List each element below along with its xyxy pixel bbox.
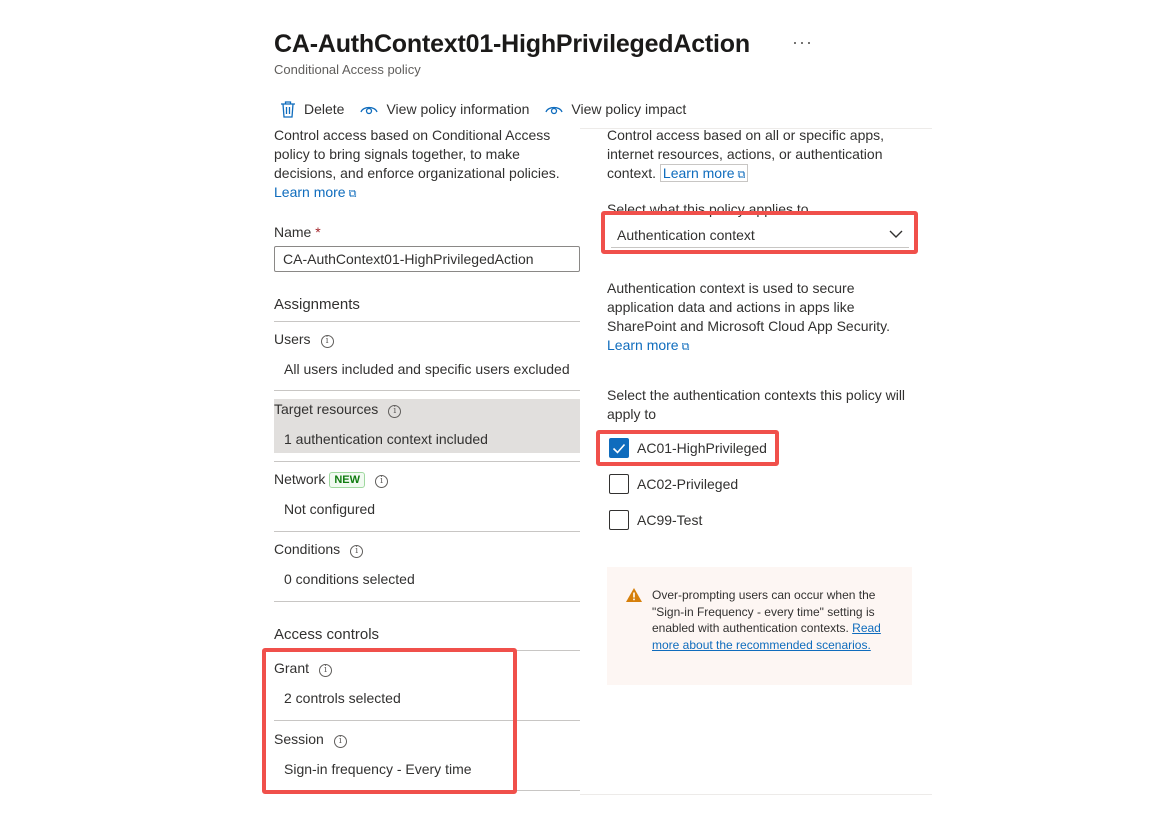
eye-icon (545, 106, 564, 115)
highlight-box (262, 648, 517, 794)
right-intro: Control access based on all or specific … (607, 126, 907, 185)
name-field[interactable]: CA-AuthContext01-HighPrivilegedAction (274, 246, 580, 272)
info-icon[interactable]: i (350, 545, 364, 558)
trash-icon (281, 101, 295, 118)
external-link-icon: ⧉ (681, 341, 690, 353)
divider (274, 601, 580, 602)
access-controls-heading: Access controls (274, 626, 380, 643)
view-policy-impact-label: View policy impact (571, 101, 687, 117)
toolbar: Delete View policy information View poli… (280, 98, 702, 120)
divider (580, 794, 932, 795)
page-subtitle: Conditional Access policy (274, 62, 421, 77)
assignments-heading: Assignments (274, 296, 360, 313)
warning-text: Over-prompting users can occur when the … (652, 588, 881, 652)
page-title: CA-AuthContext01-HighPrivilegedAction (274, 30, 750, 58)
select-contexts-label: Select the authentication contexts this … (607, 387, 906, 422)
highlight-box (601, 211, 918, 254)
divider (274, 461, 580, 462)
delete-label: Delete (304, 101, 345, 117)
divider (274, 531, 580, 532)
external-link-icon: ⧉ (348, 188, 357, 200)
required-marker: * (315, 224, 321, 240)
target-resources-value-link[interactable]: 1 authentication context included (284, 431, 488, 447)
context-option[interactable]: AC99-Test (609, 510, 702, 530)
left-intro: Control access based on Conditional Acce… (274, 126, 574, 204)
view-policy-information-label: View policy information (386, 101, 530, 117)
external-link-icon: ⧉ (737, 169, 746, 181)
warning-icon (626, 588, 642, 602)
users-label: Users i (274, 331, 334, 348)
eye-icon (360, 106, 379, 115)
network-label: Network NEW i (274, 471, 389, 488)
new-badge: NEW (329, 472, 366, 488)
info-icon[interactable]: i (375, 475, 389, 488)
name-label: Name * (274, 224, 321, 240)
right-learn-more-link[interactable]: Learn more ⧉ (659, 164, 749, 182)
delete-button[interactable]: Delete (280, 100, 344, 118)
conditions-value-link[interactable]: 0 conditions selected (284, 571, 415, 587)
context-label: AC02-Privileged (637, 476, 739, 492)
warning-message: Over-prompting users can occur when the … (607, 567, 912, 685)
auth-context-description: Authentication context is used to secure… (607, 280, 891, 353)
view-policy-information-button[interactable]: View policy information (360, 101, 529, 117)
users-value-link[interactable]: All users included and specific users ex… (284, 361, 570, 377)
context-option[interactable]: AC02-Privileged (609, 474, 738, 494)
target-resources-label: Target resources i (274, 401, 402, 418)
left-intro-text: Control access based on Conditional Acce… (274, 127, 560, 181)
divider (274, 321, 580, 322)
context-label: AC99-Test (637, 512, 703, 528)
info-icon[interactable]: i (388, 405, 402, 418)
info-icon[interactable]: i (320, 335, 334, 348)
highlight-box (596, 430, 779, 466)
divider (274, 390, 580, 391)
checkbox[interactable] (609, 474, 629, 494)
view-policy-impact-button[interactable]: View policy impact (545, 101, 686, 117)
left-learn-more-link[interactable]: Learn more ⧉ (274, 184, 356, 200)
auth-learn-more-link[interactable]: Learn more ⧉ (607, 337, 689, 353)
checkbox[interactable] (609, 510, 629, 530)
network-value-link[interactable]: Not configured (284, 501, 375, 517)
more-options-button[interactable]: ··· (792, 32, 813, 53)
conditions-label: Conditions i (274, 541, 364, 558)
